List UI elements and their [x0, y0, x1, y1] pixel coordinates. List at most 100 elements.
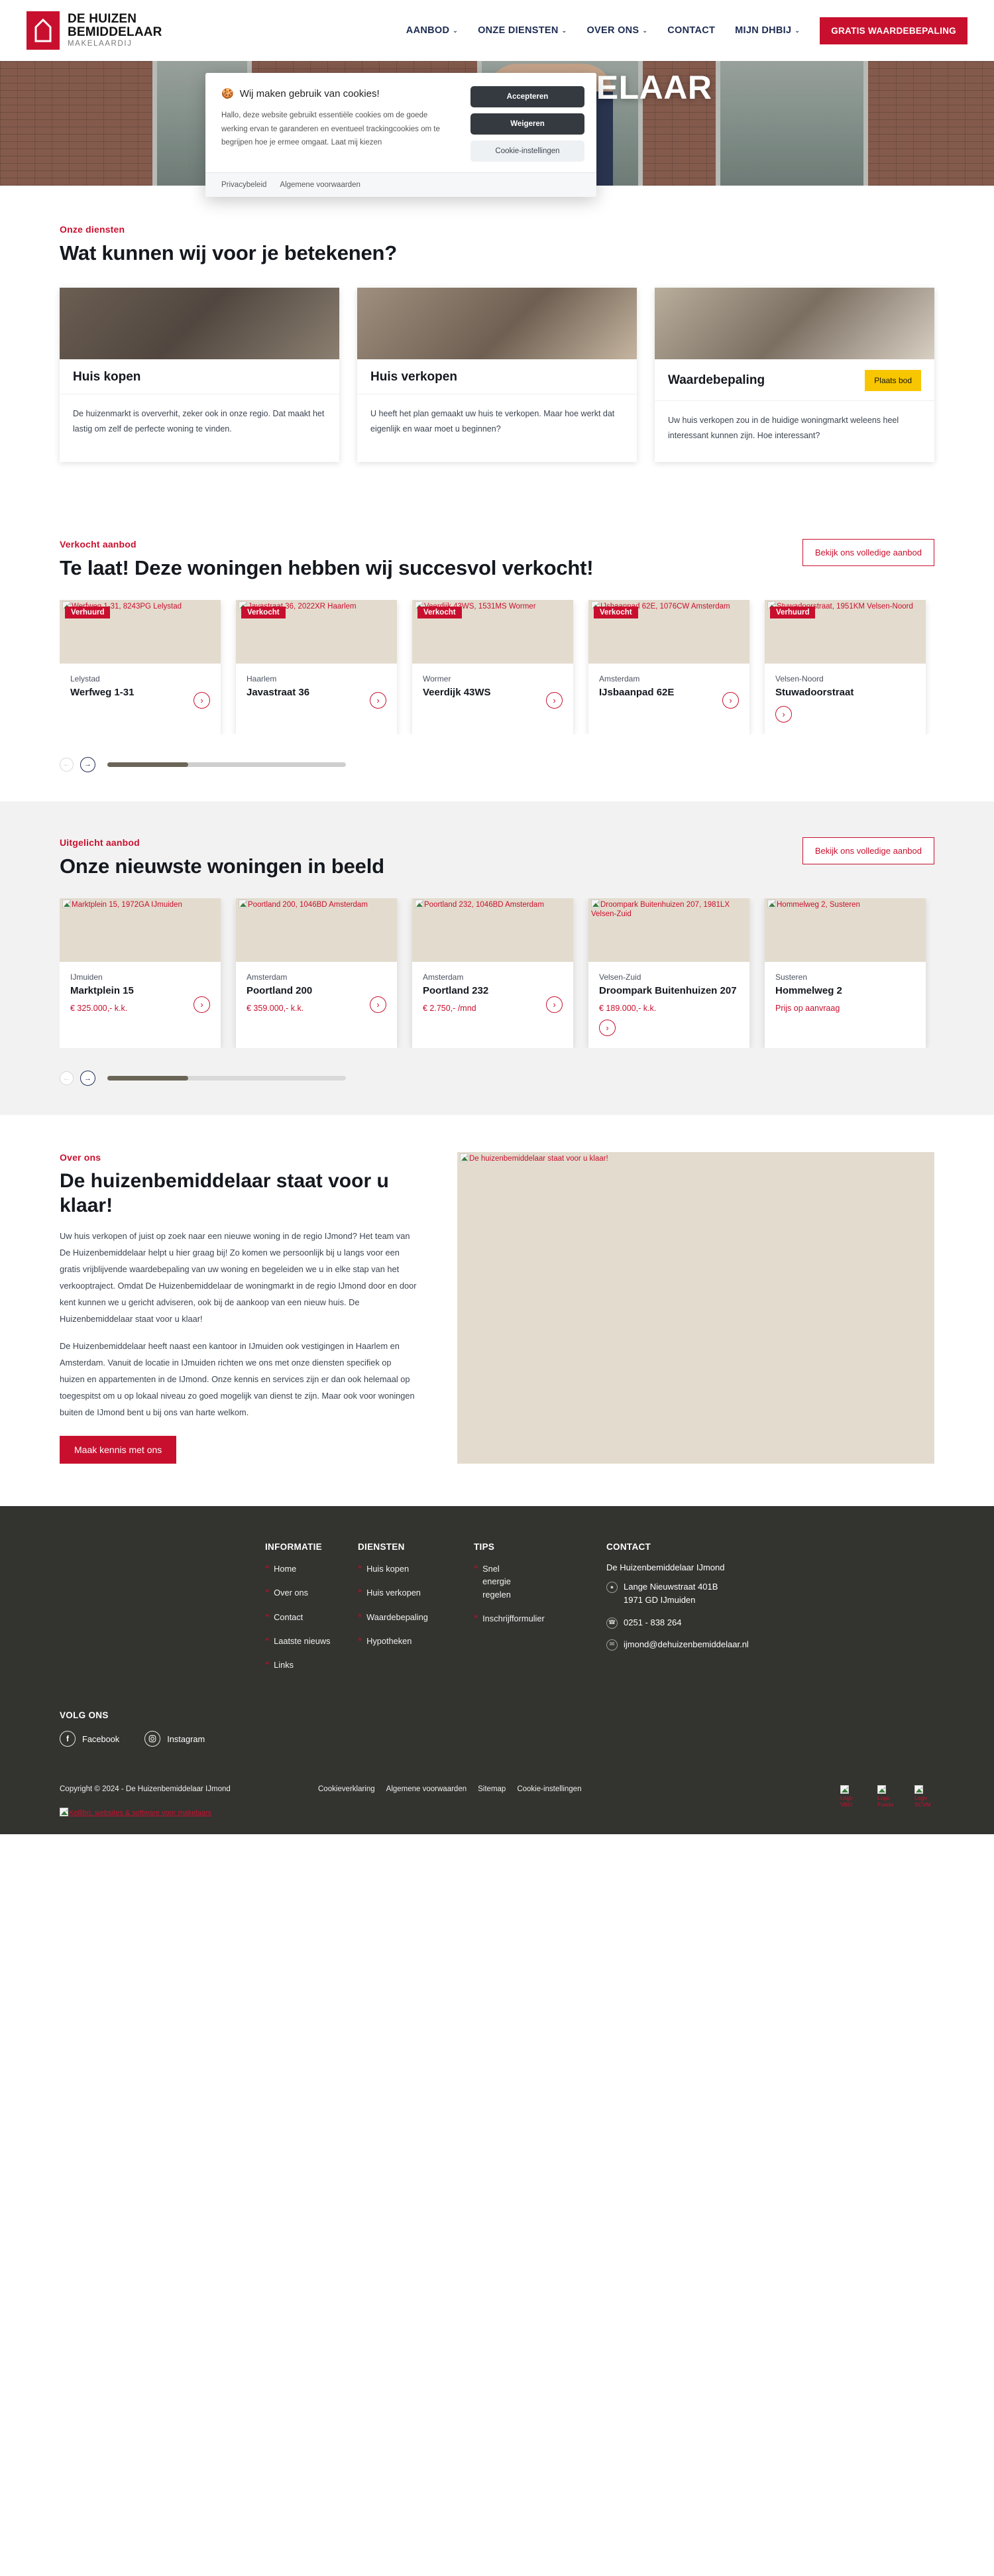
footer-link-label: Huis verkopen: [366, 1588, 421, 1598]
service-card-image: [357, 288, 637, 359]
property-city: Amsterdam: [423, 972, 464, 982]
property-city: Velsen-Noord: [775, 674, 824, 684]
footer-link-home[interactable]: » Home: [265, 1562, 358, 1575]
social-link-instagram[interactable]: Instagram: [144, 1731, 205, 1747]
property-address: Veerdijk 43WS: [423, 687, 491, 699]
footer-link-snel-energie-regelen[interactable]: » Snel energie regelen: [474, 1562, 525, 1601]
footer-link-label: Laatste nieuws: [274, 1635, 331, 1646]
property-image: Droompark Buitenhuizen 207, 1981LX Velse…: [588, 898, 749, 962]
property-card[interactable]: Droompark Buitenhuizen 207, 1981LX Velse…: [588, 898, 749, 1049]
chevron-right-icon: »: [474, 1612, 478, 1621]
footer-email[interactable]: ✉ ijmond@dehuizenbemiddelaar.nl: [606, 1638, 825, 1651]
about-cta-button[interactable]: Maak kennis met ons: [60, 1435, 177, 1464]
sold-carousel[interactable]: Werfweg 1-31, 8243PG Lelystad Verhuurd L…: [60, 600, 934, 734]
plaats-bod-button[interactable]: Plaats bod: [865, 370, 921, 391]
footer-link-huis-kopen[interactable]: » Huis kopen: [358, 1562, 474, 1575]
social-label: Facebook: [82, 1733, 120, 1744]
footer-link-label: Huis kopen: [366, 1564, 410, 1574]
property-detail-arrow-icon[interactable]: ›: [193, 692, 210, 709]
property-city: Susteren: [775, 972, 808, 982]
chevron-down-icon: ⌄: [642, 27, 648, 34]
sold-listings-section: Verkocht aanbod Te laat! Deze woningen h…: [0, 503, 994, 801]
cookie-decline-button[interactable]: Weigeren: [470, 113, 584, 135]
footer-company-name: De Huizenbemiddelaar IJmond: [606, 1562, 725, 1573]
property-detail-arrow-icon[interactable]: ›: [546, 692, 563, 709]
social-link-facebook[interactable]: f Facebook: [60, 1731, 119, 1747]
nav-item-mijn-dhbij[interactable]: MIJN DHBIJ ⌄: [735, 25, 800, 36]
service-card-heading: Huis kopen: [73, 370, 141, 384]
footer-link-links[interactable]: » Links: [265, 1659, 358, 1671]
footer-link-waardebepaling[interactable]: » Waardebepaling: [358, 1611, 474, 1623]
property-detail-arrow-icon[interactable]: ›: [599, 1020, 616, 1037]
footer-address-line1: Lange Nieuwstraat 401B: [624, 1582, 718, 1592]
sold-title: Te laat! Deze woningen hebben wij succes…: [60, 556, 594, 580]
nav-label: ONZE DIENSTEN: [478, 25, 559, 36]
footer-link-inschrijfformulier[interactable]: » Inschrijfformulier: [474, 1612, 606, 1625]
broken-image-icon: [591, 899, 600, 908]
footer-column-informatie: INFORMATIE » Home » Over ons » Contact » Laa…: [265, 1542, 358, 1682]
about-image-alt: De huizenbemiddelaar staat voor u klaar!: [469, 1155, 608, 1163]
footer-link-hypotheken[interactable]: » Hypotheken: [358, 1635, 474, 1647]
carousel-scrollbar[interactable]: [107, 762, 346, 767]
property-price: Prijs op aanvraag: [775, 1004, 840, 1014]
cookie-accept-button[interactable]: Accepteren: [470, 86, 584, 107]
nav-item-over-ons[interactable]: OVER ONS ⌄: [586, 25, 647, 36]
nav-item-onze-diensten[interactable]: ONZE DIENSTEN ⌄: [478, 25, 567, 36]
service-card-waardebepaling[interactable]: Waardebepaling Plaats bod Uw huis verkop…: [655, 288, 934, 463]
service-card-huis-kopen[interactable]: Huis kopen De huizenmarkt is oververhit,…: [60, 288, 339, 463]
nav-item-contact[interactable]: CONTACT: [667, 25, 715, 36]
property-detail-arrow-icon[interactable]: ›: [370, 692, 386, 709]
property-card[interactable]: Stuwadoorstraat, 1951KM Velsen-Noord Ver…: [765, 600, 926, 734]
cookie-consent-overlay: 🍪 Wij maken gebruik van cookies! Hallo, …: [0, 73, 994, 197]
property-card[interactable]: Hommelweg 2, Susteren Susteren Hommelweg…: [765, 898, 926, 1049]
footer-link-algemene-voorwaarden[interactable]: Algemene voorwaarden: [386, 1785, 467, 1793]
carousel-next-icon[interactable]: →: [80, 1071, 95, 1086]
carousel-prev-icon[interactable]: ←: [60, 757, 74, 772]
kollibri-credit-link[interactable]: Kollibri, websites & software voor makel…: [60, 1808, 318, 1817]
cookie-settings-button[interactable]: Cookie-instellingen: [470, 141, 584, 162]
footer-link-over-ons[interactable]: » Over ons: [265, 1586, 358, 1599]
services-title: Wat kunnen wij voor je betekenen?: [60, 241, 398, 264]
property-card[interactable]: Marktplein 15, 1972GA IJmuiden IJmuiden …: [60, 898, 221, 1049]
gratis-waardebepaling-button[interactable]: GRATIS WAARDEBEPALING: [820, 17, 967, 44]
property-card[interactable]: Werfweg 1-31, 8243PG Lelystad Verhuurd L…: [60, 600, 221, 734]
services-card-grid: Huis kopen De huizenmarkt is oververhit,…: [60, 288, 934, 463]
featured-carousel[interactable]: Marktplein 15, 1972GA IJmuiden IJmuiden …: [60, 898, 934, 1049]
footer-phone-number: 0251 - 838 264: [624, 1617, 682, 1627]
service-card-heading: Waardebepaling: [668, 373, 765, 387]
footer-link-cookieverklaring[interactable]: Cookieverklaring: [318, 1785, 375, 1793]
envelope-icon: ✉: [606, 1639, 618, 1651]
property-price: € 325.000,- k.k.: [70, 1004, 128, 1014]
brand-logo[interactable]: DE HUIZEN BEMIDDELAAR MAKELAARDIJ: [27, 11, 162, 50]
property-card[interactable]: Poortland 200, 1046BD Amsterdam Amsterda…: [236, 898, 397, 1049]
footer-link-laatste-nieuws[interactable]: » Laatste nieuws: [265, 1635, 358, 1647]
location-pin-icon: ●: [606, 1582, 618, 1594]
nav-item-aanbod[interactable]: AANBOD ⌄: [406, 25, 458, 36]
about-paragraph-2: De Huizenbemiddelaar heeft naast een kan…: [60, 1341, 415, 1417]
footer-phone[interactable]: ☎ 0251 - 838 264: [606, 1616, 825, 1629]
footer-link-contact[interactable]: » Contact: [265, 1611, 358, 1623]
property-image-alt: Marktplein 15, 1972GA IJmuiden: [72, 900, 182, 909]
carousel-prev-icon[interactable]: ←: [60, 1071, 74, 1086]
sold-view-all-button[interactable]: Bekijk ons volledige aanbod: [802, 539, 934, 567]
property-card[interactable]: Veerdijk 43WS, 1531MS Wormer Verkocht Wo…: [412, 600, 573, 734]
property-detail-arrow-icon[interactable]: ›: [722, 692, 739, 709]
cookie-privacy-link[interactable]: Privacybeleid: [221, 181, 266, 189]
property-card[interactable]: Poortland 232, 1046BD Amsterdam Amsterda…: [412, 898, 573, 1049]
carousel-next-icon[interactable]: →: [80, 756, 95, 772]
featured-view-all-button[interactable]: Bekijk ons volledige aanbod: [802, 837, 934, 864]
property-city: Amsterdam: [599, 674, 640, 684]
carousel-scrollbar[interactable]: [107, 1076, 346, 1081]
footer-link-sitemap[interactable]: Sitemap: [478, 1785, 506, 1793]
service-card-huis-verkopen[interactable]: Huis verkopen U heeft het plan gemaakt u…: [357, 288, 637, 463]
property-card[interactable]: IJsbaanpad 62E, 1076CW Amsterdam Verkoch…: [588, 600, 749, 734]
footer-address: ● Lange Nieuwstraat 401B 1971 GD IJmuide…: [606, 1580, 825, 1607]
property-card[interactable]: Javastraat 36, 2022XR Haarlem Verkocht H…: [236, 600, 397, 734]
footer-link-huis-verkopen[interactable]: » Huis verkopen: [358, 1586, 474, 1599]
cookie-terms-link[interactable]: Algemene voorwaarden: [280, 181, 360, 189]
footer-link-label: Inschrijfformulier: [482, 1613, 545, 1623]
footer-link-cookie-instellingen[interactable]: Cookie-instellingen: [517, 1785, 581, 1793]
about-paragraph-1: Uw huis verkopen of juist op zoek naar e…: [60, 1231, 417, 1324]
property-detail-arrow-icon[interactable]: ›: [775, 705, 792, 723]
property-price: € 359.000,- k.k.: [247, 1004, 304, 1014]
